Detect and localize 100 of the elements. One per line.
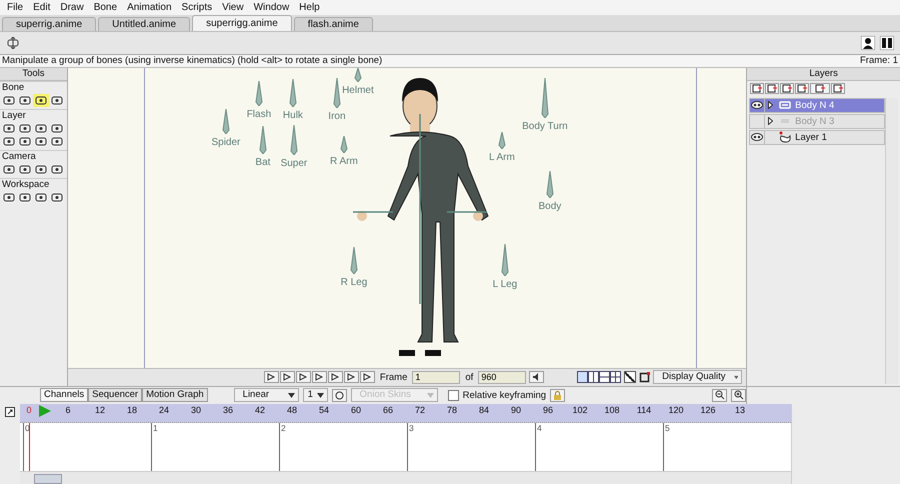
checkbox[interactable] [448, 390, 459, 401]
view-layout-icon[interactable] [577, 371, 622, 384]
menu-item[interactable]: Edit [28, 2, 56, 13]
menu-item[interactable]: Bone [88, 2, 122, 13]
playback-button[interactable] [264, 371, 279, 384]
layer-tool-button[interactable] [795, 82, 810, 94]
step-dropdown[interactable]: 1 [302, 388, 328, 402]
expand-icon[interactable] [5, 406, 15, 417]
zoom-in-button[interactable] [731, 388, 746, 402]
menu-item[interactable]: Scripts [176, 2, 218, 13]
tool-button[interactable] [33, 162, 49, 176]
bone-marker-icon[interactable] [500, 244, 509, 276]
scrollbar[interactable] [791, 404, 792, 484]
tool-icon [3, 94, 15, 106]
eye-icon[interactable] [751, 101, 764, 110]
frame-crop-icon[interactable] [639, 372, 650, 383]
menu-item[interactable]: Window [248, 2, 294, 13]
play-marker-icon[interactable] [39, 404, 51, 417]
tool-button[interactable] [17, 122, 33, 135]
bone-label: Bat [255, 156, 270, 168]
checkbox[interactable] [624, 371, 636, 384]
playback-button[interactable] [296, 371, 311, 384]
tool-button[interactable] [33, 122, 49, 135]
playback-button[interactable] [328, 371, 343, 384]
layer-row[interactable]: Body N 4 [749, 98, 885, 113]
playback-button[interactable] [360, 371, 375, 384]
tool-button[interactable] [17, 134, 33, 148]
layer-tool-button[interactable] [780, 82, 794, 94]
tool-button[interactable] [49, 134, 65, 148]
caret-icon [288, 392, 295, 398]
timeline-tab[interactable]: Channels [40, 388, 88, 402]
tool-button[interactable] [1, 190, 17, 204]
bone-marker-icon[interactable] [540, 78, 549, 118]
tool-button[interactable] [1, 134, 17, 148]
bone-label: Super [280, 158, 308, 169]
tool-button[interactable] [49, 122, 65, 135]
bone-marker-icon[interactable] [288, 78, 297, 107]
bone-marker-icon[interactable] [340, 136, 348, 153]
bone-marker-icon[interactable] [498, 132, 506, 149]
timeline-tab[interactable]: Motion Graph [142, 388, 208, 402]
tool-button[interactable] [1, 162, 17, 176]
layer-tool-button[interactable] [831, 82, 846, 94]
tool-button[interactable] [49, 162, 65, 176]
layer-name: Layer 1 [795, 132, 827, 143]
tool-button[interactable] [33, 94, 49, 107]
person-icon[interactable] [861, 36, 875, 50]
tool-button[interactable] [17, 190, 33, 204]
document-tab[interactable]: superrigg.anime [192, 15, 292, 32]
layer-tool-button[interactable] [810, 82, 830, 94]
bone-label: L Arm [489, 152, 515, 163]
playback-button[interactable] [344, 371, 359, 384]
lock-button[interactable] [550, 388, 566, 402]
bone-marker-icon[interactable] [290, 124, 298, 155]
frame-ruler[interactable]: 0 6 12 18 24 30 36 42 48 54 60 66 72 78 84 90 96 102 108 114 120 126 13 [20, 404, 791, 423]
tool-button[interactable] [17, 94, 33, 107]
zoom-out-button[interactable] [712, 388, 727, 402]
bone-marker-icon[interactable] [546, 170, 554, 198]
playback-button[interactable] [312, 371, 327, 384]
tool-button[interactable] [1, 94, 17, 107]
bone-marker-icon[interactable] [354, 68, 362, 82]
menu-item[interactable]: Animation [122, 2, 177, 13]
scrollbar[interactable] [885, 98, 898, 384]
menu-item[interactable]: Help [294, 2, 325, 13]
playback-button[interactable] [280, 371, 295, 384]
relative-keyframing-label: Relative keyframing [462, 390, 546, 401]
document-tab[interactable]: superrig.anime [2, 17, 96, 32]
horizontal-scrollbar[interactable] [20, 471, 791, 484]
bone-tool-icon[interactable] [6, 37, 20, 50]
bone-marker-icon[interactable] [222, 108, 230, 134]
display-quality-dropdown[interactable]: Display Quality [653, 370, 742, 384]
timeline-tab[interactable]: Sequencer [88, 388, 142, 402]
frame-input[interactable]: 1 [412, 370, 460, 384]
play-icon [266, 373, 276, 382]
audio-button[interactable] [529, 371, 544, 384]
layer-tool-button[interactable] [765, 82, 780, 94]
eye-icon[interactable] [751, 133, 764, 142]
layer-row[interactable]: Layer 1 [749, 130, 885, 145]
menu-item[interactable]: View [217, 2, 249, 13]
of-label: of [465, 372, 474, 383]
tool-button[interactable] [49, 190, 65, 204]
document-tab[interactable]: flash.anime [294, 17, 373, 32]
total-frames-input[interactable]: 960 [478, 370, 526, 384]
layer-name: Body N 4 [795, 100, 834, 111]
cycle-button[interactable] [332, 388, 347, 402]
tool-button[interactable] [1, 122, 17, 135]
bone-marker-icon[interactable] [332, 78, 341, 108]
tool-button[interactable] [17, 162, 33, 176]
bone-marker-icon[interactable] [258, 126, 267, 154]
menu-item[interactable]: Draw [55, 2, 89, 13]
tool-button[interactable] [33, 134, 49, 148]
bone-marker-icon[interactable] [350, 246, 358, 274]
document-tab[interactable]: Untitled.anime [98, 17, 190, 32]
menu-item[interactable]: File [2, 2, 28, 13]
bone-marker-icon[interactable] [254, 80, 263, 106]
interpolation-dropdown[interactable]: Linear [234, 388, 299, 402]
play-icon [362, 373, 372, 382]
tool-button[interactable] [33, 190, 49, 204]
layer-tool-button[interactable] [750, 82, 764, 94]
tool-button[interactable] [49, 94, 65, 107]
frame-number: 60 [350, 404, 362, 417]
